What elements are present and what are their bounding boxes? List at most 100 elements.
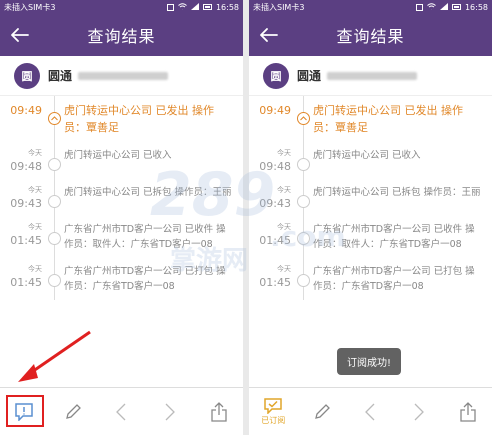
pencil-icon — [314, 403, 330, 419]
event-day: 今天 — [28, 223, 42, 231]
back-arrow-icon — [11, 28, 29, 42]
event-description: 广东省广州市TD客户一公司 已收件 操作员：取件人：广东省TD客户一08 — [64, 224, 226, 250]
company-name: 圆通 — [48, 69, 73, 83]
tracking-number-redacted — [78, 71, 169, 80]
back-button[interactable] — [0, 14, 40, 56]
timeline-item: 今天 09:48 虎门转运中心公司 已收入 — [249, 142, 492, 179]
event-time: 09:48 — [10, 160, 42, 173]
truck-status-icon — [297, 112, 310, 125]
tracking-number-redacted — [327, 71, 418, 80]
app-bar: 查询结果 — [0, 14, 243, 56]
truck-status-icon — [48, 112, 61, 125]
status-dot-icon — [48, 158, 61, 171]
event-time: 09:49 — [10, 104, 42, 117]
carrier-text: 未插入SIM卡3 — [4, 2, 56, 12]
wifi-icon — [427, 2, 436, 12]
status-dot-icon — [297, 158, 310, 171]
chevron-left-icon — [116, 403, 126, 420]
app-bar: 查询结果 — [249, 14, 492, 56]
timeline-item: 今天 01:45 广东省广州市TD客户一公司 已打包 操作员：广东省TD客户一08 — [249, 258, 492, 300]
event-time: 01:45 — [10, 234, 42, 247]
timeline-item: 今天 09:48 虎门转运中心公司 已收入 — [0, 142, 243, 179]
timeline-item: 今天 01:45 广东省广州市TD客户一公司 已收件 操作员：取件人：广东省TD客… — [0, 216, 243, 258]
status-time: 16:58 — [215, 2, 239, 12]
event-description: 虎门转运中心公司 已拆包 操作员：王丽 — [313, 187, 481, 198]
share-icon — [460, 401, 476, 422]
event-description: 虎门转运中心公司 已收入 — [64, 150, 172, 161]
previous-button[interactable] — [350, 392, 390, 432]
event-description: 广东省广州市TD客户一公司 已打包 操作员：广东省TD客户一08 — [64, 266, 226, 292]
status-dot-icon — [297, 195, 310, 208]
subscribed-label: 已订阅 — [261, 415, 286, 425]
event-day: 今天 — [277, 265, 291, 273]
company-row: 圆 圆通 — [249, 56, 492, 96]
chevron-right-icon — [165, 403, 175, 420]
company-row: 圆 圆通 — [0, 56, 243, 96]
status-bar: 未插入SIM卡3 16:58 — [249, 0, 492, 14]
event-time: 09:48 — [259, 160, 291, 173]
annotation-highlight-box — [6, 395, 44, 427]
wifi-icon — [178, 2, 187, 12]
next-button[interactable] — [399, 392, 439, 432]
event-time: 01:45 — [10, 276, 42, 289]
status-time: 16:58 — [464, 2, 488, 12]
status-dot-icon — [48, 232, 61, 245]
timeline-item: 09:49 虎门转运中心公司 已发出 操作员：覃善足 — [249, 96, 492, 142]
previous-button[interactable] — [101, 392, 141, 432]
status-dot-icon — [297, 232, 310, 245]
company-name: 圆通 — [297, 69, 322, 83]
status-dot-icon — [48, 195, 61, 208]
timeline-item: 今天 01:45 广东省广州市TD客户一公司 已收件 操作员：取件人：广东省TD客… — [249, 216, 492, 258]
back-arrow-icon — [260, 28, 278, 42]
next-button[interactable] — [150, 392, 190, 432]
share-button[interactable] — [199, 392, 239, 432]
share-button[interactable] — [448, 392, 488, 432]
event-day: 今天 — [28, 149, 42, 157]
timeline-item: 09:49 虎门转运中心公司 已发出 操作员：覃善足 — [0, 96, 243, 142]
carrier-text: 未插入SIM卡3 — [253, 2, 305, 12]
event-day: 今天 — [277, 186, 291, 194]
tracking-timeline: 09:49 虎门转运中心公司 已发出 操作员：覃善足 今天 09:48 虎门转运中… — [249, 96, 492, 300]
back-button[interactable] — [249, 14, 289, 56]
phone-screen-before: 未插入SIM卡3 16:58 查询结果 圆 圆通 09:49 虎门转运中心公司 … — [0, 0, 243, 435]
event-time: 09:49 — [259, 104, 291, 117]
event-time: 01:45 — [259, 276, 291, 289]
share-icon — [211, 401, 227, 422]
toast-message: 订阅成功! — [337, 348, 402, 375]
event-description: 虎门转运中心公司 已收入 — [313, 150, 421, 161]
chevron-left-icon — [365, 403, 375, 420]
bottom-toolbar: 已订阅 — [249, 387, 492, 435]
phone-screen-after: 未插入SIM卡3 16:58 查询结果 圆 圆通 09:49 虎门转运中心公司 … — [249, 0, 492, 435]
signal-icon — [190, 2, 199, 12]
chevron-right-icon — [414, 403, 424, 420]
event-day: 今天 — [277, 149, 291, 157]
signal-icon — [439, 2, 448, 12]
pencil-icon — [65, 403, 81, 419]
event-time: 09:43 — [10, 197, 42, 210]
event-description: 虎门转运中心公司 已发出 操作员：覃善足 — [64, 104, 214, 134]
event-description: 广东省广州市TD客户一公司 已打包 操作员：广东省TD客户一08 — [313, 266, 475, 292]
event-description: 虎门转运中心公司 已发出 操作员：覃善足 — [313, 104, 463, 134]
status-dot-icon — [297, 274, 310, 287]
event-time: 09:43 — [259, 197, 291, 210]
timeline-item: 今天 09:43 虎门转运中心公司 已拆包 操作员：王丽 — [249, 179, 492, 216]
edit-button[interactable] — [302, 392, 342, 432]
annotation-arrow — [18, 330, 91, 382]
status-dot-icon — [48, 274, 61, 287]
tracking-timeline: 09:49 虎门转运中心公司 已发出 操作员：覃善足 今天 09:48 虎门转运中… — [0, 96, 243, 300]
notification-icon — [166, 3, 174, 11]
battery-icon — [202, 4, 212, 10]
battery-icon — [451, 4, 461, 10]
subscribed-button[interactable]: 已订阅 — [253, 392, 293, 432]
event-day: 今天 — [28, 186, 42, 194]
event-day: 今天 — [277, 223, 291, 231]
event-time: 01:45 — [259, 234, 291, 247]
company-logo: 圆 — [263, 62, 289, 89]
status-bar: 未插入SIM卡3 16:58 — [0, 0, 243, 14]
notification-icon — [415, 3, 423, 11]
edit-button[interactable] — [53, 392, 93, 432]
chat-check-icon — [264, 397, 283, 414]
event-day: 今天 — [28, 265, 42, 273]
event-description: 广东省广州市TD客户一公司 已收件 操作员：取件人：广东省TD客户一08 — [313, 224, 475, 250]
event-description: 虎门转运中心公司 已拆包 操作员：王丽 — [64, 187, 232, 198]
